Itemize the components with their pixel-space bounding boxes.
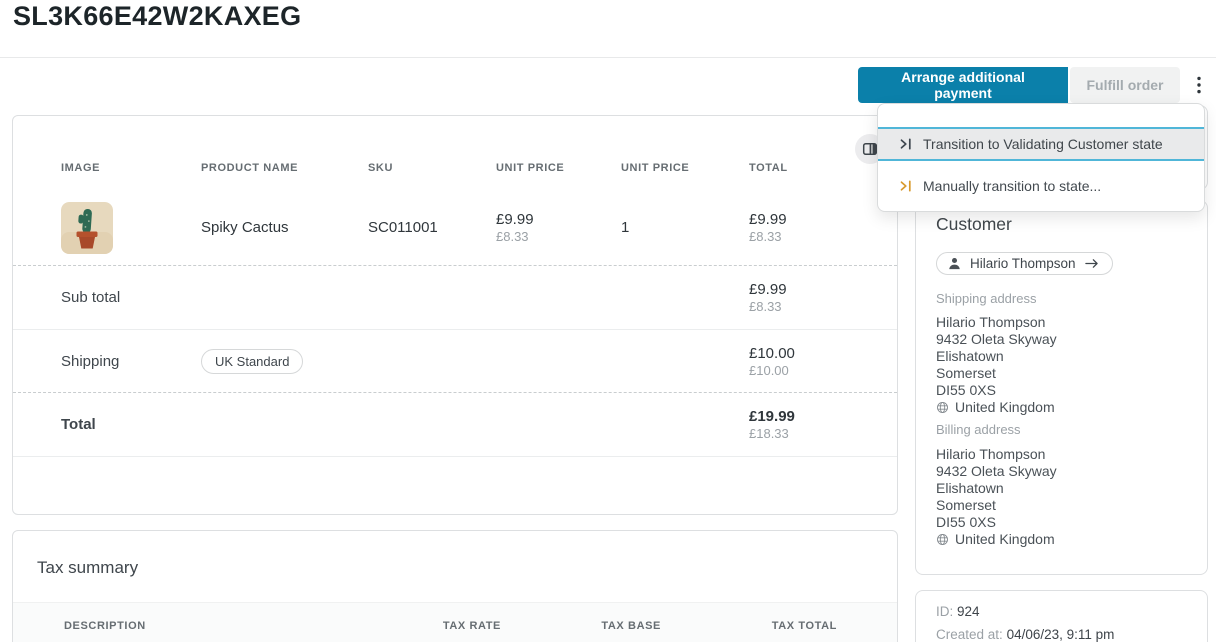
shipping-address-label: Shipping address xyxy=(936,291,1187,307)
tax-summary-header-row: DESCRIPTION TAX RATE TAX BASE TAX TOTAL xyxy=(13,602,897,642)
person-icon xyxy=(947,256,962,271)
menu-item-transition-validating-customer[interactable]: Transition to Validating Customer state xyxy=(878,127,1204,161)
column-header-product-name: PRODUCT NAME xyxy=(201,162,368,174)
tax-column-base: TAX BASE xyxy=(501,620,661,632)
transition-icon xyxy=(899,179,913,193)
order-id-value: 924 xyxy=(957,604,980,619)
total-row: Total £19.99 £18.33 xyxy=(13,393,897,457)
arrange-additional-payment-button[interactable]: Arrange additional payment xyxy=(858,67,1068,103)
total-value: £19.99 £18.33 xyxy=(749,407,847,442)
column-header-total: TOTAL xyxy=(749,162,847,174)
tax-column-total: TAX TOTAL xyxy=(661,620,837,632)
subtotal-value: £9.99 £8.33 xyxy=(749,280,847,315)
billing-country: United Kingdom xyxy=(955,531,1055,548)
order-id-line: ID: 924 xyxy=(936,604,1187,620)
arrow-right-icon xyxy=(1084,257,1099,270)
tax-summary-card: Tax summary DESCRIPTION TAX RATE TAX BAS… xyxy=(12,530,898,642)
column-header-image: IMAGE xyxy=(61,162,201,174)
transition-icon xyxy=(899,137,913,151)
globe-icon xyxy=(936,533,949,546)
customer-name: Hilario Thompson xyxy=(970,256,1076,271)
header-divider xyxy=(0,57,1216,58)
column-header-unit-price-2: UNIT PRICE xyxy=(621,162,749,174)
column-header-unit-price: UNIT PRICE xyxy=(496,162,621,174)
globe-icon xyxy=(936,401,949,414)
customer-link-pill[interactable]: Hilario Thompson xyxy=(936,252,1113,275)
column-header-sku: SKU xyxy=(368,162,496,174)
customer-card: Customer Hilario Thompson Shipping addre… xyxy=(915,200,1208,575)
product-name: Spiky Cactus xyxy=(201,219,368,236)
kebab-icon xyxy=(1197,76,1201,94)
customer-section-title: Customer xyxy=(936,214,1187,235)
kebab-menu-button[interactable] xyxy=(1185,69,1213,101)
line-total-cell: £9.99 £8.33 xyxy=(749,210,847,245)
unit-price-cell: £9.99 £8.33 xyxy=(496,210,621,245)
billing-address-label: Billing address xyxy=(936,422,1187,438)
product-image xyxy=(61,202,201,254)
subtotal-row: Sub total £9.99 £8.33 xyxy=(13,266,897,330)
shipping-country: United Kingdom xyxy=(955,399,1055,416)
menu-item-manually-transition[interactable]: Manually transition to state... xyxy=(878,170,1204,202)
shipping-method-badge: UK Standard xyxy=(201,349,303,374)
total-label: Total xyxy=(61,416,201,433)
order-created-line: Created at: 04/06/23, 9:11 pm xyxy=(936,627,1187,642)
line-item-row: Spiky Cactus SC011001 £9.99 £8.33 1 £9.9… xyxy=(13,190,897,266)
subtotal-label: Sub total xyxy=(61,289,201,306)
shipping-label: Shipping xyxy=(61,353,201,370)
order-line-items-card: IMAGE PRODUCT NAME SKU UNIT PRICE UNIT P… xyxy=(12,115,898,515)
tax-column-description: DESCRIPTION xyxy=(64,620,341,632)
product-sku: SC011001 xyxy=(368,219,496,236)
shipping-row: Shipping UK Standard £10.00 £10.00 xyxy=(13,330,897,393)
order-meta-card: ID: 924 Created at: 04/06/23, 9:11 pm xyxy=(915,590,1208,642)
billing-address: Hilario Thompson 9432 Oleta Skyway Elish… xyxy=(936,446,1187,548)
shipping-address: Hilario Thompson 9432 Oleta Skyway Elish… xyxy=(936,314,1187,416)
tax-column-rate: TAX RATE xyxy=(341,620,501,632)
order-created-value: 04/06/23, 9:11 pm xyxy=(1007,627,1115,642)
shipping-value: £10.00 £10.00 xyxy=(749,344,847,379)
line-items-header-row: IMAGE PRODUCT NAME SKU UNIT PRICE UNIT P… xyxy=(13,116,897,190)
tax-summary-title: Tax summary xyxy=(13,531,897,578)
columns-icon xyxy=(862,141,878,157)
order-detail-page: SL3K66E42W2KAXEG Arrange additional paym… xyxy=(0,0,1216,642)
quantity-cell: 1 xyxy=(621,219,749,236)
fulfill-order-button[interactable]: Fulfill order xyxy=(1070,67,1180,103)
page-title: SL3K66E42W2KAXEG xyxy=(13,1,301,32)
state-transition-dropdown: Transition to Validating Customer state … xyxy=(877,103,1205,212)
